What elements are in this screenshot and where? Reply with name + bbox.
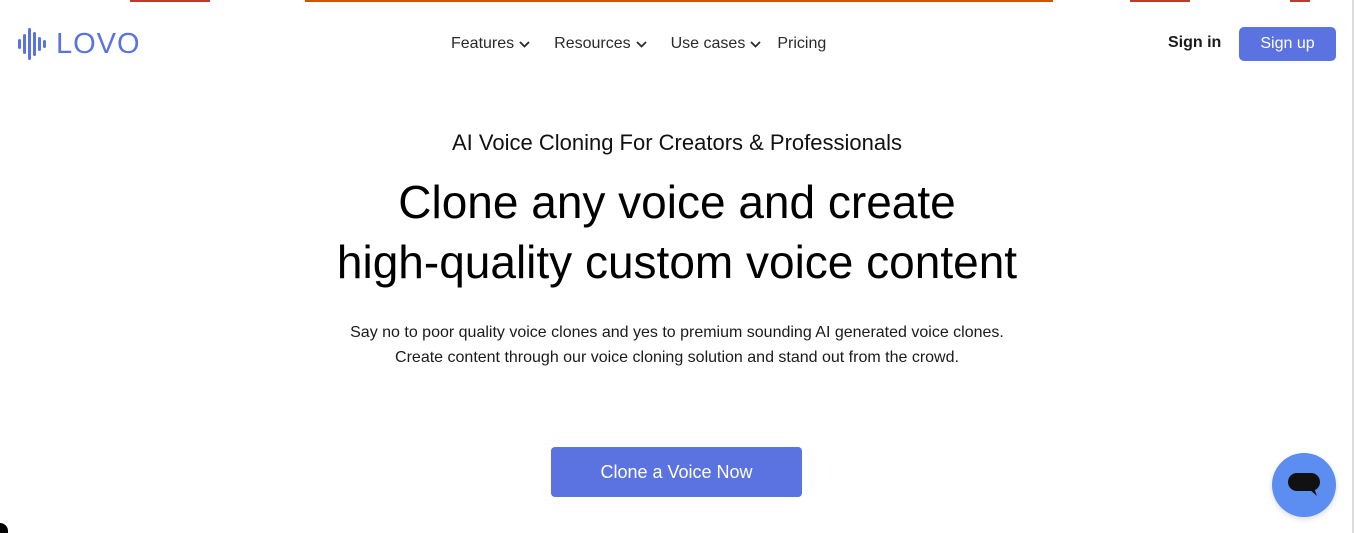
chat-widget-button[interactable] <box>1272 453 1336 517</box>
lovo-logo[interactable]: LOVO <box>18 28 141 60</box>
hero-headline-line: Clone any voice and create <box>398 176 956 228</box>
chevron-down-icon <box>750 40 761 48</box>
nav-item-pricing[interactable]: Pricing <box>777 35 826 53</box>
hero-headline: Clone any voice and create high-quality … <box>0 172 1354 292</box>
nav-item-label: Use cases <box>670 35 746 52</box>
hero-subtext: Say no to poor quality voice clones and … <box>0 320 1354 370</box>
nav-item-label: Resources <box>554 35 631 52</box>
sign-up-button[interactable]: Sign up <box>1239 27 1336 61</box>
chat-bubble-icon <box>1288 473 1320 496</box>
nav-item-label: Pricing <box>777 35 827 52</box>
logo-wordmark: LOVO <box>56 27 141 60</box>
window-corner <box>0 523 8 533</box>
chevron-down-icon <box>635 40 647 48</box>
hero-subtext-line: Say no to poor quality voice clones and … <box>350 324 1004 341</box>
landing-page: LOVO Features Resources Use cases Pricin… <box>0 0 1354 533</box>
nav-item-features[interactable]: Features <box>451 35 530 53</box>
clone-voice-button[interactable]: Clone a Voice Now <box>551 447 802 497</box>
nav-item-resources[interactable]: Resources <box>554 35 647 53</box>
top-strip-segment <box>305 0 1053 2</box>
main-nav: Features Resources Use cases Pricing <box>451 22 826 66</box>
top-strip-segment <box>130 0 210 2</box>
soundwave-logo-icon <box>18 28 46 60</box>
nav-item-label: Features <box>451 35 515 52</box>
hero-subtext-line: Create content through our voice cloning… <box>395 349 959 366</box>
top-strip-segment <box>1130 0 1190 2</box>
top-strip-segment <box>1290 0 1310 2</box>
chevron-down-icon <box>519 40 530 48</box>
hero-eyebrow: AI Voice Cloning For Creators & Professi… <box>452 130 902 155</box>
site-header: LOVO Features Resources Use cases Pricin… <box>0 22 1354 66</box>
top-image-strip <box>0 0 1354 2</box>
sign-in-link[interactable]: Sign in <box>1168 34 1221 52</box>
nav-item-use-cases[interactable]: Use cases <box>671 35 762 53</box>
hero-headline-line: high-quality custom voice content <box>336 236 1018 288</box>
